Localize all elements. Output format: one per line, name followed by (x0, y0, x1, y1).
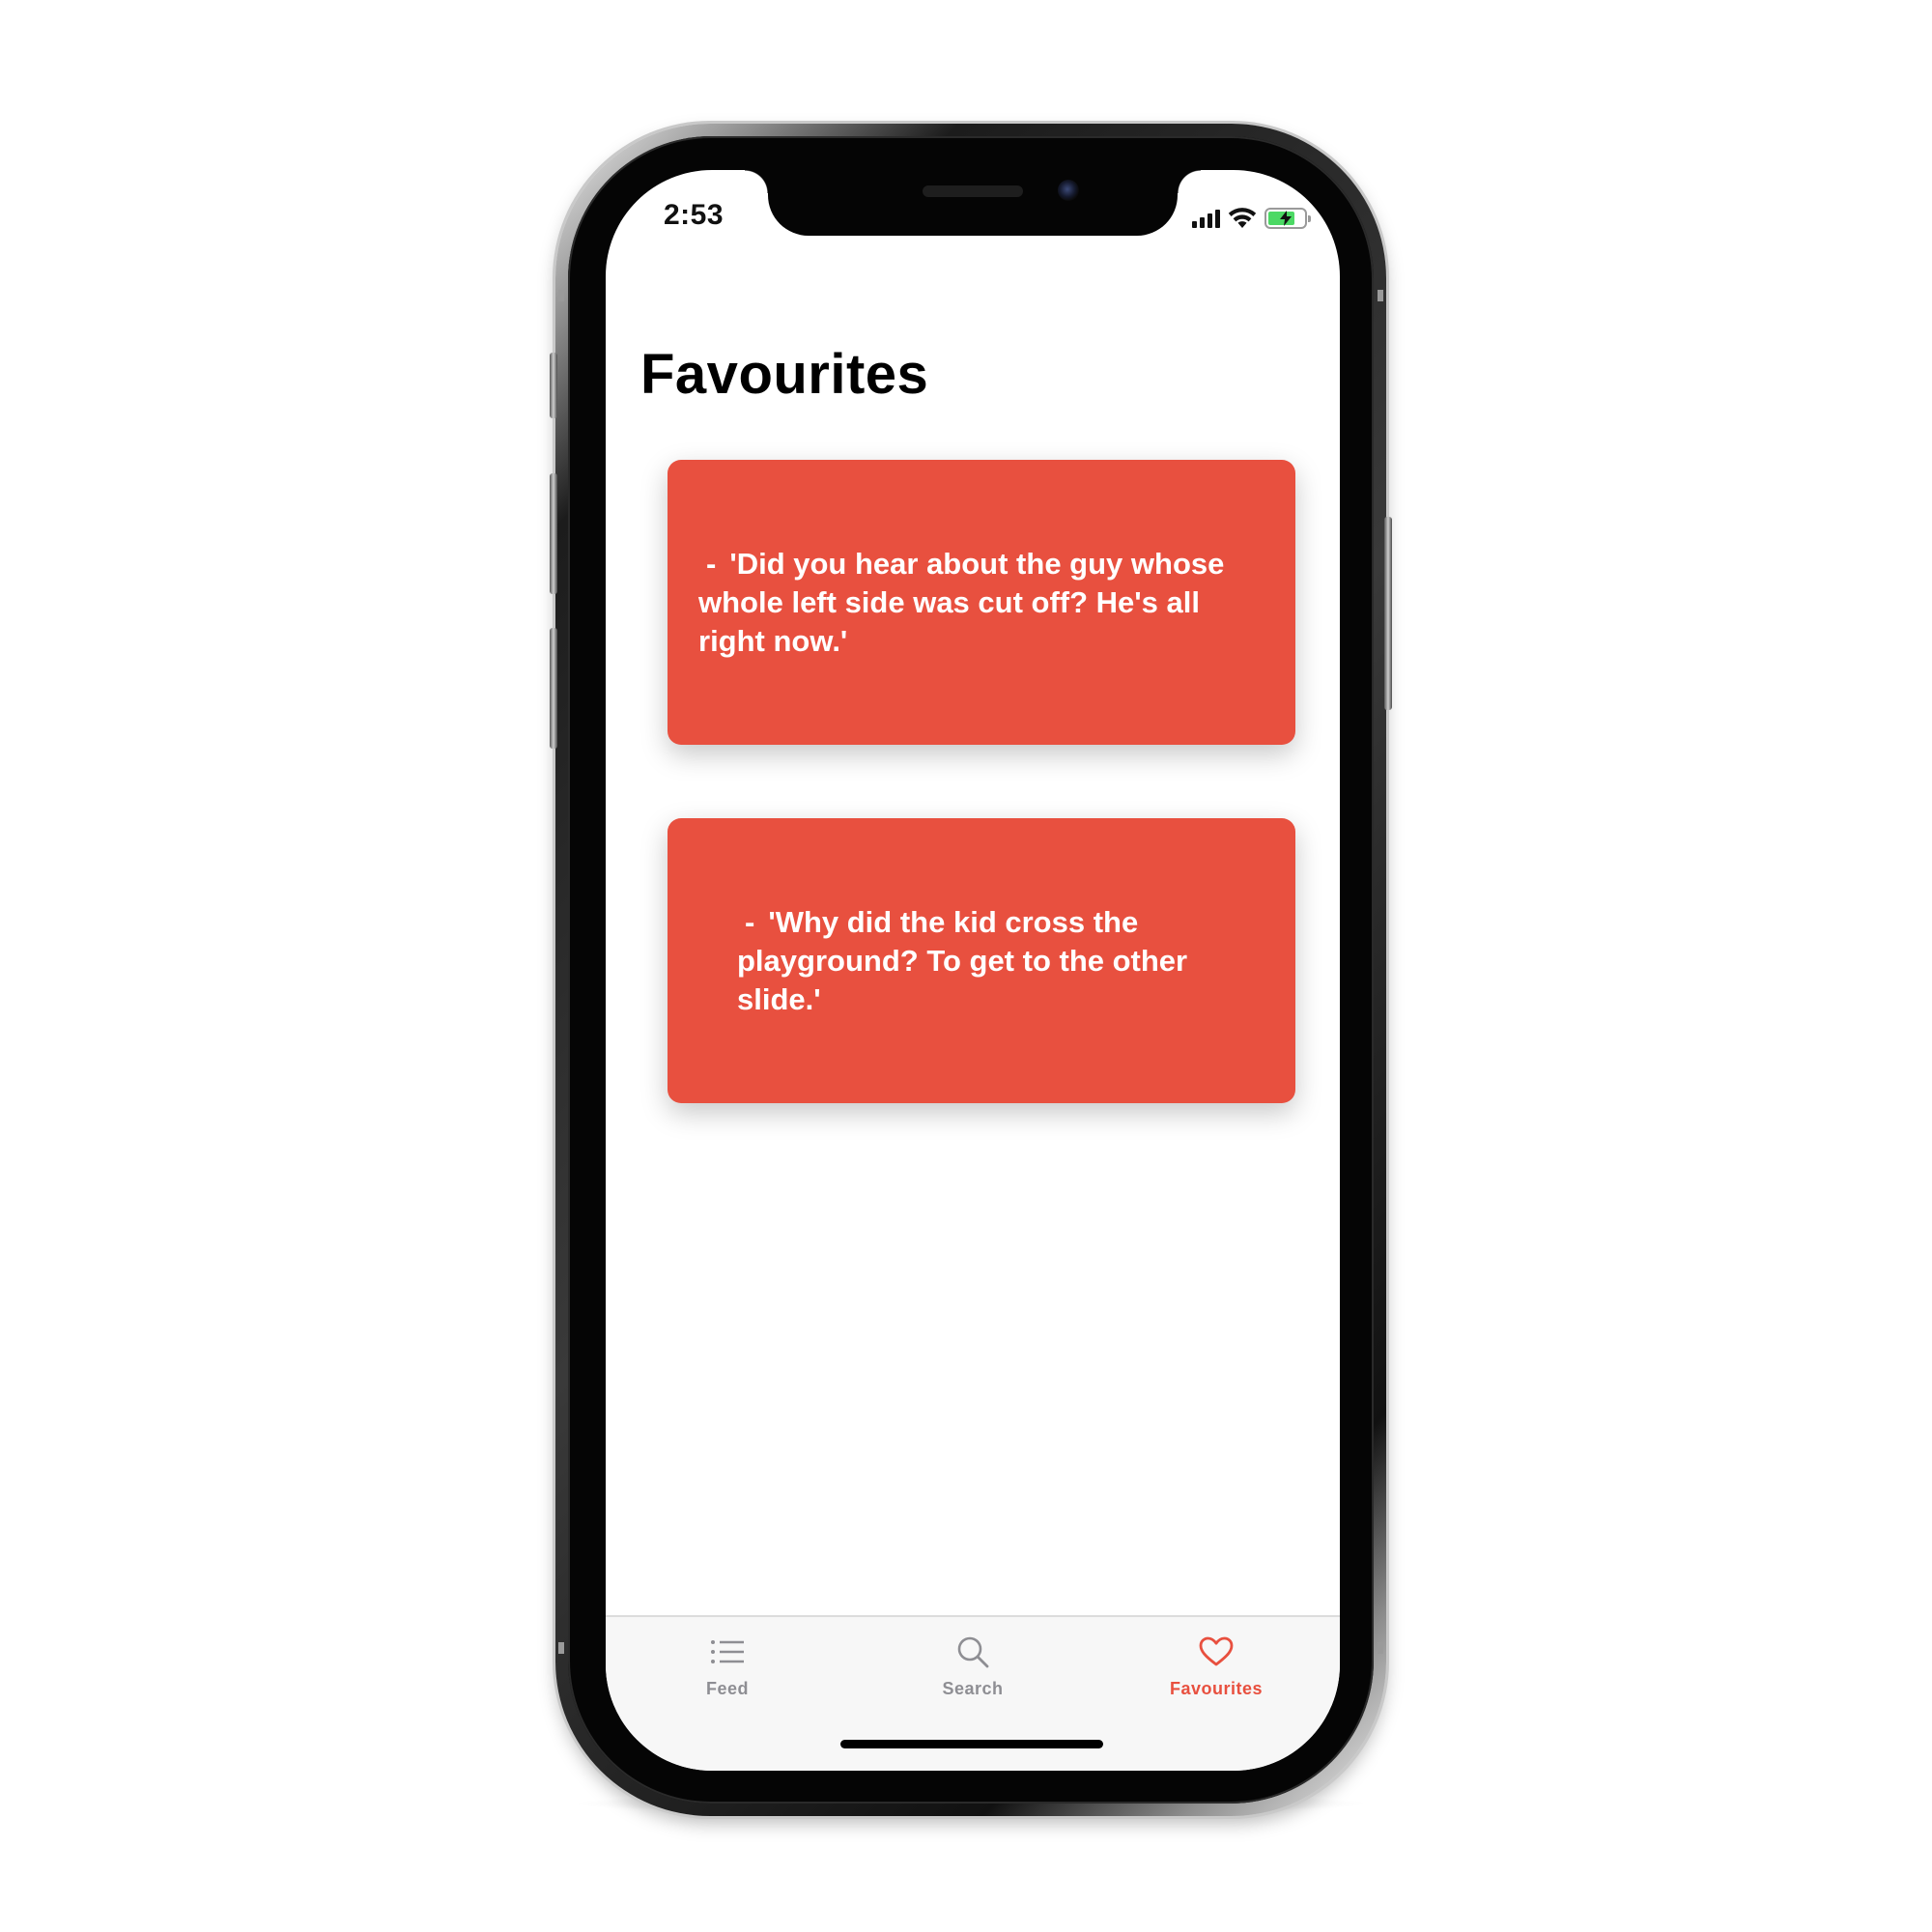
tab-label: Favourites (1169, 1679, 1264, 1698)
home-indicator[interactable] (840, 1740, 1103, 1748)
antenna-band (1378, 1642, 1383, 1654)
favourite-card[interactable]: - 'Did you hear about the guy whose whole… (668, 460, 1295, 745)
camera-icon (1058, 180, 1079, 201)
power-button (1384, 517, 1392, 710)
volume-down-button (550, 628, 557, 749)
page-title: Favourites (640, 343, 929, 406)
antenna-band (1378, 290, 1383, 301)
antenna-band (558, 1642, 564, 1654)
list-icon (708, 1633, 747, 1671)
tab-favourites[interactable]: Favourites (1120, 1633, 1313, 1699)
notch (745, 170, 1201, 236)
favourite-card[interactable]: - 'Why did the kid cross the playground? … (668, 818, 1295, 1103)
heart-icon (1197, 1633, 1236, 1671)
battery-charging-icon (1264, 208, 1311, 229)
tab-label: Search (942, 1679, 1004, 1698)
tab-search[interactable]: Search (876, 1633, 1069, 1699)
favourite-joke-text: - 'Why did the kid cross the playground? … (737, 904, 1188, 1016)
favourite-joke-text: - 'Did you hear about the guy whose whole… (698, 546, 1225, 658)
tab-feed[interactable]: Feed (631, 1633, 824, 1699)
signal-icon (1192, 209, 1220, 228)
tab-label: Feed (705, 1679, 749, 1698)
speaker-grille (923, 185, 1023, 197)
silent-switch (550, 353, 557, 418)
volume-up-button (550, 473, 557, 594)
app-screen: 2:53 Favourites - 'Did you hear about th… (606, 170, 1340, 1771)
search-icon (953, 1633, 992, 1671)
status-icons (1192, 207, 1311, 230)
status-time: 2:53 (664, 199, 724, 231)
page: 2:53 Favourites - 'Did you hear about th… (0, 0, 1932, 1932)
antenna-band (558, 290, 564, 301)
wifi-icon (1228, 208, 1257, 228)
